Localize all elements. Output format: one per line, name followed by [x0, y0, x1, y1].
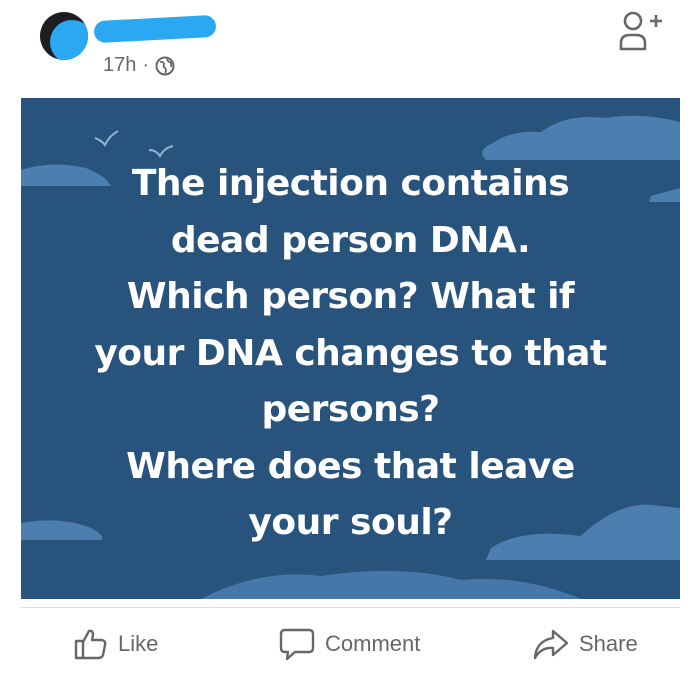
comment-icon: [279, 628, 315, 660]
bird-icon: [94, 130, 119, 147]
comment-label: Comment: [325, 631, 421, 656]
post-line: your soul?: [248, 502, 453, 543]
add-friend-icon[interactable]: [618, 10, 664, 52]
post-line: Where does that leave: [126, 445, 575, 487]
post-meta: 17h ·: [103, 54, 175, 77]
divider: [21, 607, 680, 608]
like-label: Like: [118, 631, 159, 656]
post-header: 17h ·: [0, 0, 700, 98]
post-line: persons?: [261, 389, 440, 430]
post-timestamp[interactable]: 17h: [103, 54, 136, 77]
post-line: dead person DNA.: [170, 219, 531, 261]
cloud: [482, 115, 680, 160]
share-icon: [533, 629, 569, 660]
avatar[interactable]: [40, 12, 88, 60]
share-button[interactable]: Share: [533, 628, 638, 660]
post-text: The injection contains dead person DNA. …: [21, 156, 680, 552]
like-button[interactable]: Like: [74, 628, 158, 660]
like-icon: [74, 629, 107, 660]
post-line: The injection contains: [131, 163, 570, 204]
comment-button[interactable]: Comment: [279, 628, 420, 660]
cloud: [201, 570, 581, 599]
post-background-banner: The injection contains dead person DNA. …: [21, 98, 680, 599]
post-actions: Like Comment Share: [0, 618, 700, 678]
meta-separator: ·: [142, 54, 150, 76]
redacted-author-name[interactable]: [93, 14, 217, 44]
post-line: your DNA changes to that: [94, 332, 607, 374]
share-label: Share: [579, 631, 638, 656]
globe-icon: [155, 56, 175, 75]
post-line: Which person? What if: [126, 276, 575, 317]
bird-icon: [148, 145, 174, 158]
